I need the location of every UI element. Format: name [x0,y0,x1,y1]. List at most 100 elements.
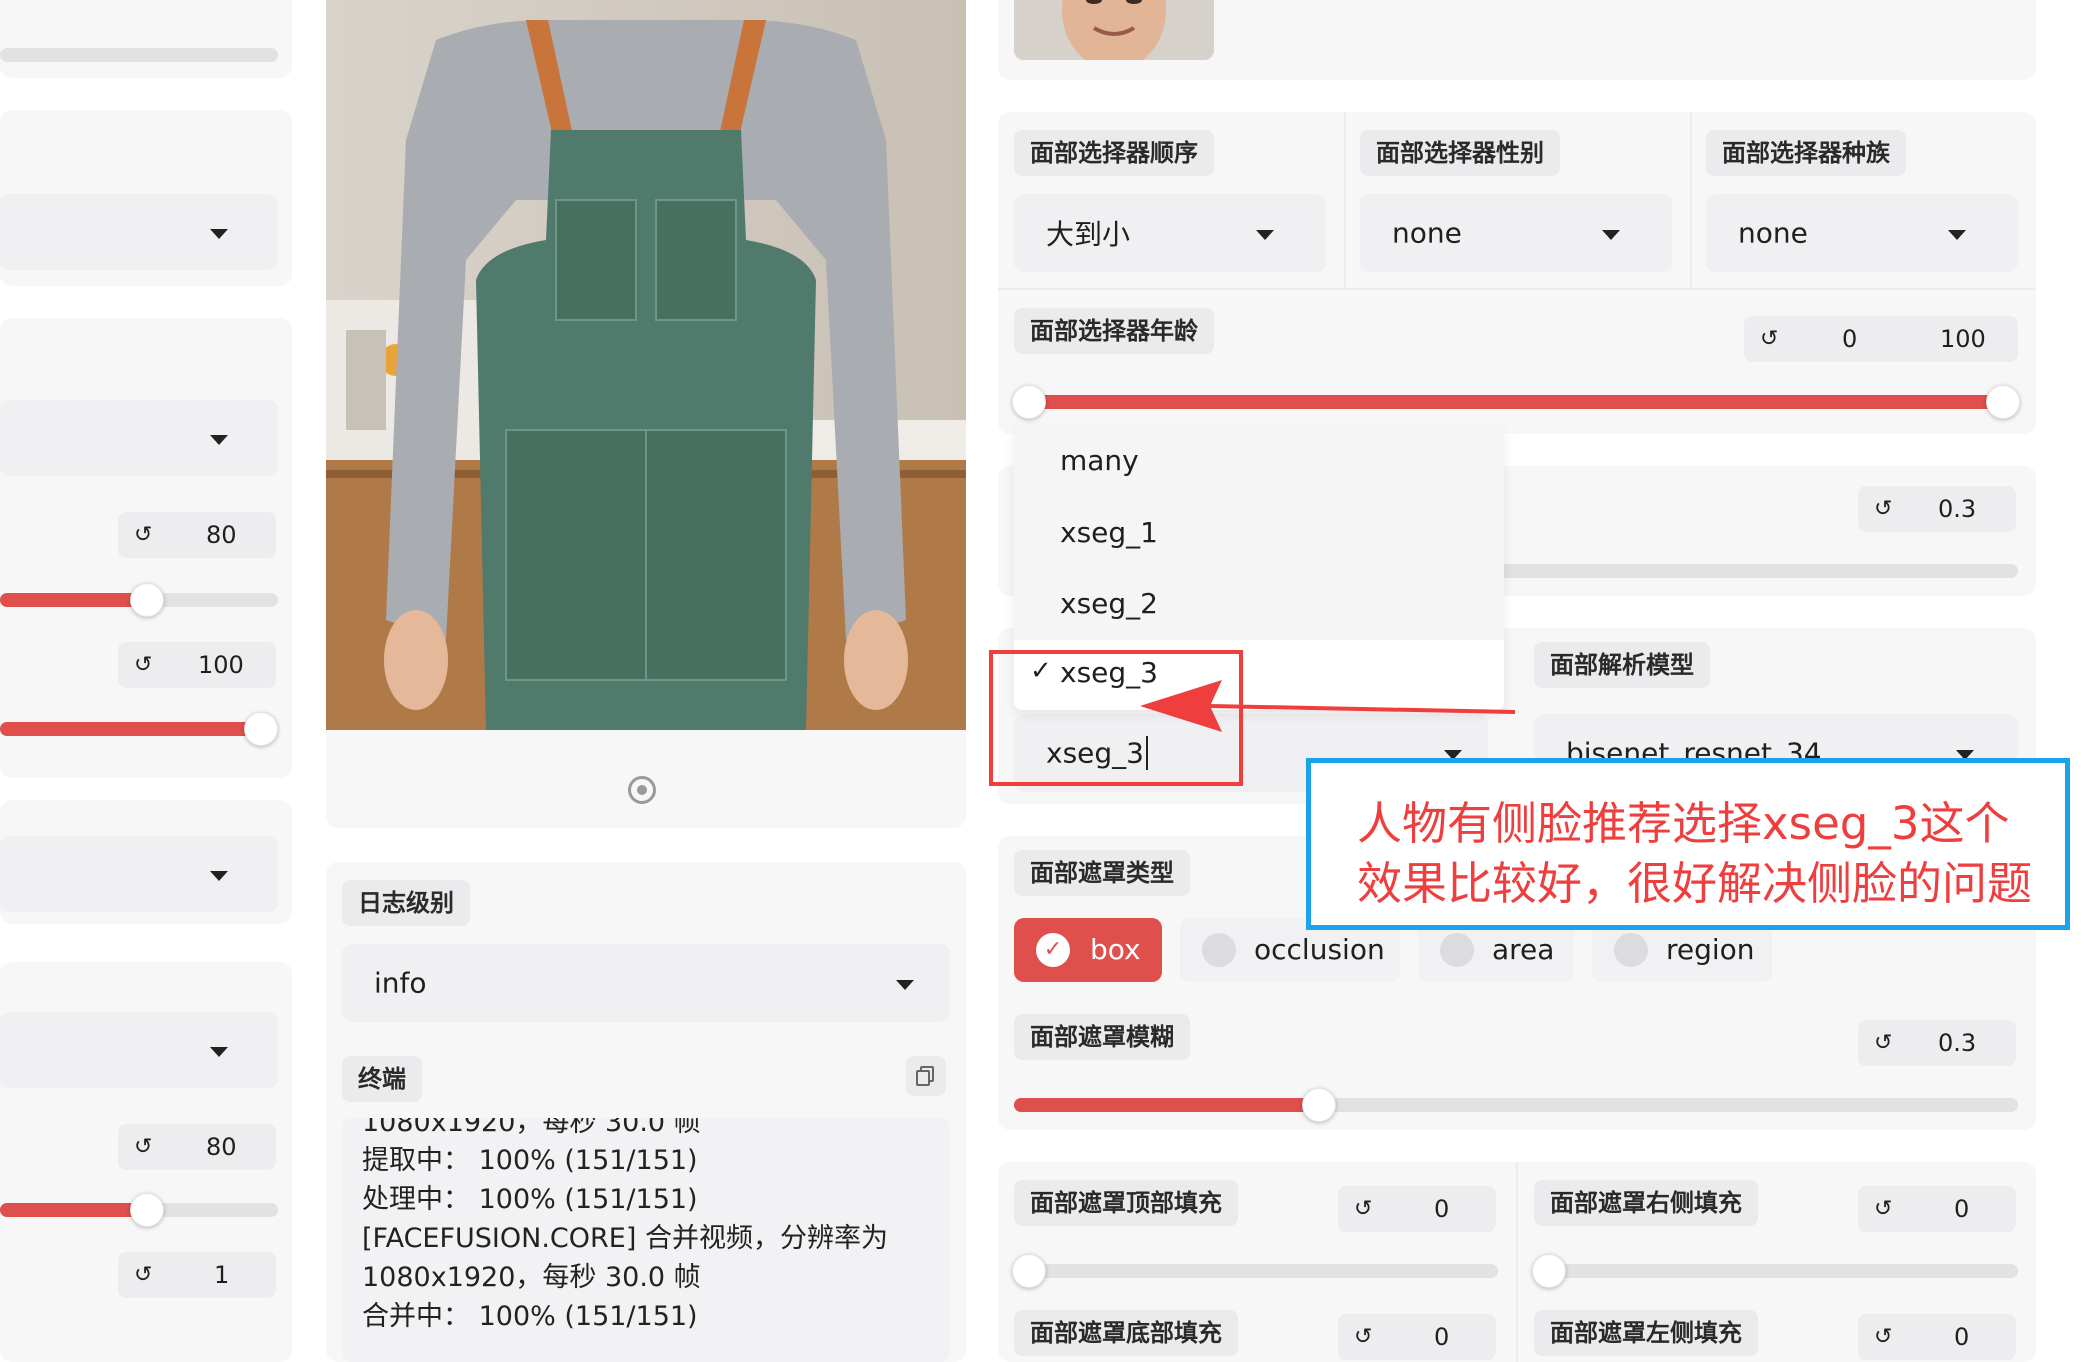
reset-icon[interactable]: ↺ [134,1135,152,1160]
terminal-line: 1080x1920，每秒 30.0 帧 [362,1262,701,1293]
age-slider-min-thumb[interactable] [1012,385,1046,419]
mask-padding-bottom-number[interactable]: ↺ 0 [1338,1314,1496,1360]
reset-icon[interactable]: ↺ [134,653,152,678]
mask-padding-bottom-label: 面部遮罩底部填充 [1014,1310,1238,1356]
left-slider-fill-3 [0,1203,148,1217]
terminal-line: 提取中： 100% (151/151) [362,1145,698,1176]
terminal-line: 1080x1920，每秒 30.0 帧 [362,1118,701,1138]
radio-icon [1440,933,1474,967]
annotation-arrow [1140,680,1516,732]
reset-icon[interactable]: ↺ [1354,1325,1372,1350]
mask-padding-top-label: 面部遮罩顶部填充 [1014,1180,1238,1226]
face-mask-blur-number[interactable]: ↺ 0.3 [1858,1020,2016,1066]
reset-icon[interactable]: ↺ [1874,497,1892,522]
preview-image [326,0,966,730]
log-level-value: info [374,966,427,1000]
annotation-text-1: 人物有侧脸推荐选择xseg_3这个 [1357,797,2010,850]
left-dropdown-3[interactable] [0,836,278,912]
padding-panel: 面部遮罩顶部填充 ↺ 0 面部遮罩右侧填充 ↺ 0 面部遮罩底部填充 ↺ 0 面… [998,1162,2036,1362]
age-slider-fill [1030,395,2002,409]
padding-right-track[interactable] [1534,1264,2018,1278]
left-slider-thumb-2[interactable] [244,712,278,746]
left-slider-track-0[interactable] [0,48,278,62]
reset-icon[interactable]: ↺ [134,523,152,548]
mask-padding-right-number[interactable]: ↺ 0 [1858,1186,2016,1232]
log-panel: 日志级别 info 终端 1080x1920，每秒 30.0 帧 提取中： 10… [326,862,966,1362]
reference-face-panel [998,0,2036,80]
padding-top-thumb[interactable] [1012,1254,1046,1288]
preview-panel [326,0,966,828]
face-mask-types-label: 面部遮罩类型 [1014,850,1190,896]
mask-padding-top-number[interactable]: ↺ 0 [1338,1186,1496,1232]
mask-padding-left-label: 面部遮罩左侧填充 [1534,1310,1758,1356]
reset-icon[interactable]: ↺ [1874,1325,1892,1350]
reset-icon[interactable]: ↺ [1760,327,1778,352]
face-selector-order-dropdown[interactable]: 大到小 [1014,194,1326,272]
face-selector-age-label: 面部选择器年龄 [1014,308,1214,354]
age-min[interactable]: 0 [1842,325,1857,353]
menu-item-many[interactable]: many [1014,426,1504,496]
padding-top-track[interactable] [1014,1264,1498,1278]
mask-padding-right-label: 面部遮罩右侧填充 [1534,1180,1758,1226]
menu-item-xseg-2[interactable]: xseg_2 [1014,569,1504,639]
left-dropdown-2[interactable] [0,400,278,476]
face-parser-label: 面部解析模型 [1534,642,1710,688]
left-number-0[interactable]: ↺ 80 [118,512,276,558]
face-selector-race-dropdown[interactable]: none [1706,194,2018,272]
left-slider-fill-2 [0,722,262,736]
mask-blur-thumb[interactable] [1302,1088,1336,1122]
face-mask-blur-label: 面部遮罩模糊 [1014,1014,1190,1060]
annotation-callout: 人物有侧脸推荐选择xseg_3这个 效果比较好，很好解决侧脸的问题 [1306,758,2070,930]
face-selector-race-value: none [1738,216,1808,250]
chevron-down-icon [210,871,228,881]
face-selector-race-label: 面部选择器种族 [1706,130,1906,176]
terminal-line: 处理中： 100% (151/151) [362,1184,698,1215]
left-panel-bottom: ↺ 80 ↺ 1 [0,962,292,1362]
radio-icon [1614,933,1648,967]
selector-divider-h [998,288,2036,290]
hidden-slider-number[interactable]: ↺ 0.3 [1858,486,2016,532]
face-selector-gender-dropdown[interactable]: none [1360,194,1672,272]
menu-item-xseg-1[interactable]: xseg_1 [1014,498,1504,568]
selector-divider-2 [1690,112,1692,288]
check-icon: ✓ [1036,933,1070,967]
left-panel-dropdown-3 [0,800,292,924]
age-max[interactable]: 100 [1940,325,1986,353]
reset-icon[interactable]: ↺ [1354,1197,1372,1222]
left-slider-thumb-1[interactable] [130,583,164,617]
left-number-2[interactable]: ↺ 80 [118,1124,276,1170]
left-number-1[interactable]: ↺ 100 [118,642,276,688]
mask-type-box[interactable]: ✓ box [1014,918,1162,982]
log-level-label: 日志级别 [342,880,470,926]
webcam-icon[interactable] [628,776,656,804]
copy-icon[interactable] [906,1056,946,1096]
mask-padding-left-number[interactable]: ↺ 0 [1858,1314,2016,1360]
face-selector-age-range[interactable]: ↺ 0 100 [1744,316,2018,362]
selector-divider-1 [1344,112,1346,288]
left-panel-top [0,0,292,78]
face-selector-order-label: 面部选择器顺序 [1014,130,1214,176]
reset-icon[interactable]: ↺ [1874,1031,1892,1056]
left-slider-thumb-3[interactable] [130,1193,164,1227]
left-panel-dropdown-1 [0,110,292,286]
left-dropdown-4[interactable] [0,1012,278,1088]
left-number-3[interactable]: ↺ 1 [118,1252,276,1298]
chevron-down-icon [210,1047,228,1057]
chevron-down-icon [1948,230,1966,240]
chevron-down-icon [210,229,228,239]
age-slider-max-thumb[interactable] [1986,385,2020,419]
reset-icon[interactable]: ↺ [1874,1197,1892,1222]
chevron-down-icon [210,435,228,445]
reference-face-thumbnail[interactable] [1014,0,1214,60]
reset-icon[interactable]: ↺ [134,1263,152,1288]
padding-right-thumb[interactable] [1532,1254,1566,1288]
terminal-line: 合并中： 100% (151/151) [362,1301,698,1332]
mask-blur-fill [1014,1098,1320,1112]
face-selector-gender-value: none [1392,216,1462,250]
terminal-line: [FACEFUSION.CORE] 合并视频，分辨率为 [362,1223,888,1254]
log-level-dropdown[interactable]: info [342,944,950,1022]
left-dropdown-1[interactable] [0,194,278,270]
left-slider-fill-1 [0,593,148,607]
radio-icon [1202,933,1236,967]
terminal-output[interactable]: 1080x1920，每秒 30.0 帧 提取中： 100% (151/151) … [342,1118,950,1362]
